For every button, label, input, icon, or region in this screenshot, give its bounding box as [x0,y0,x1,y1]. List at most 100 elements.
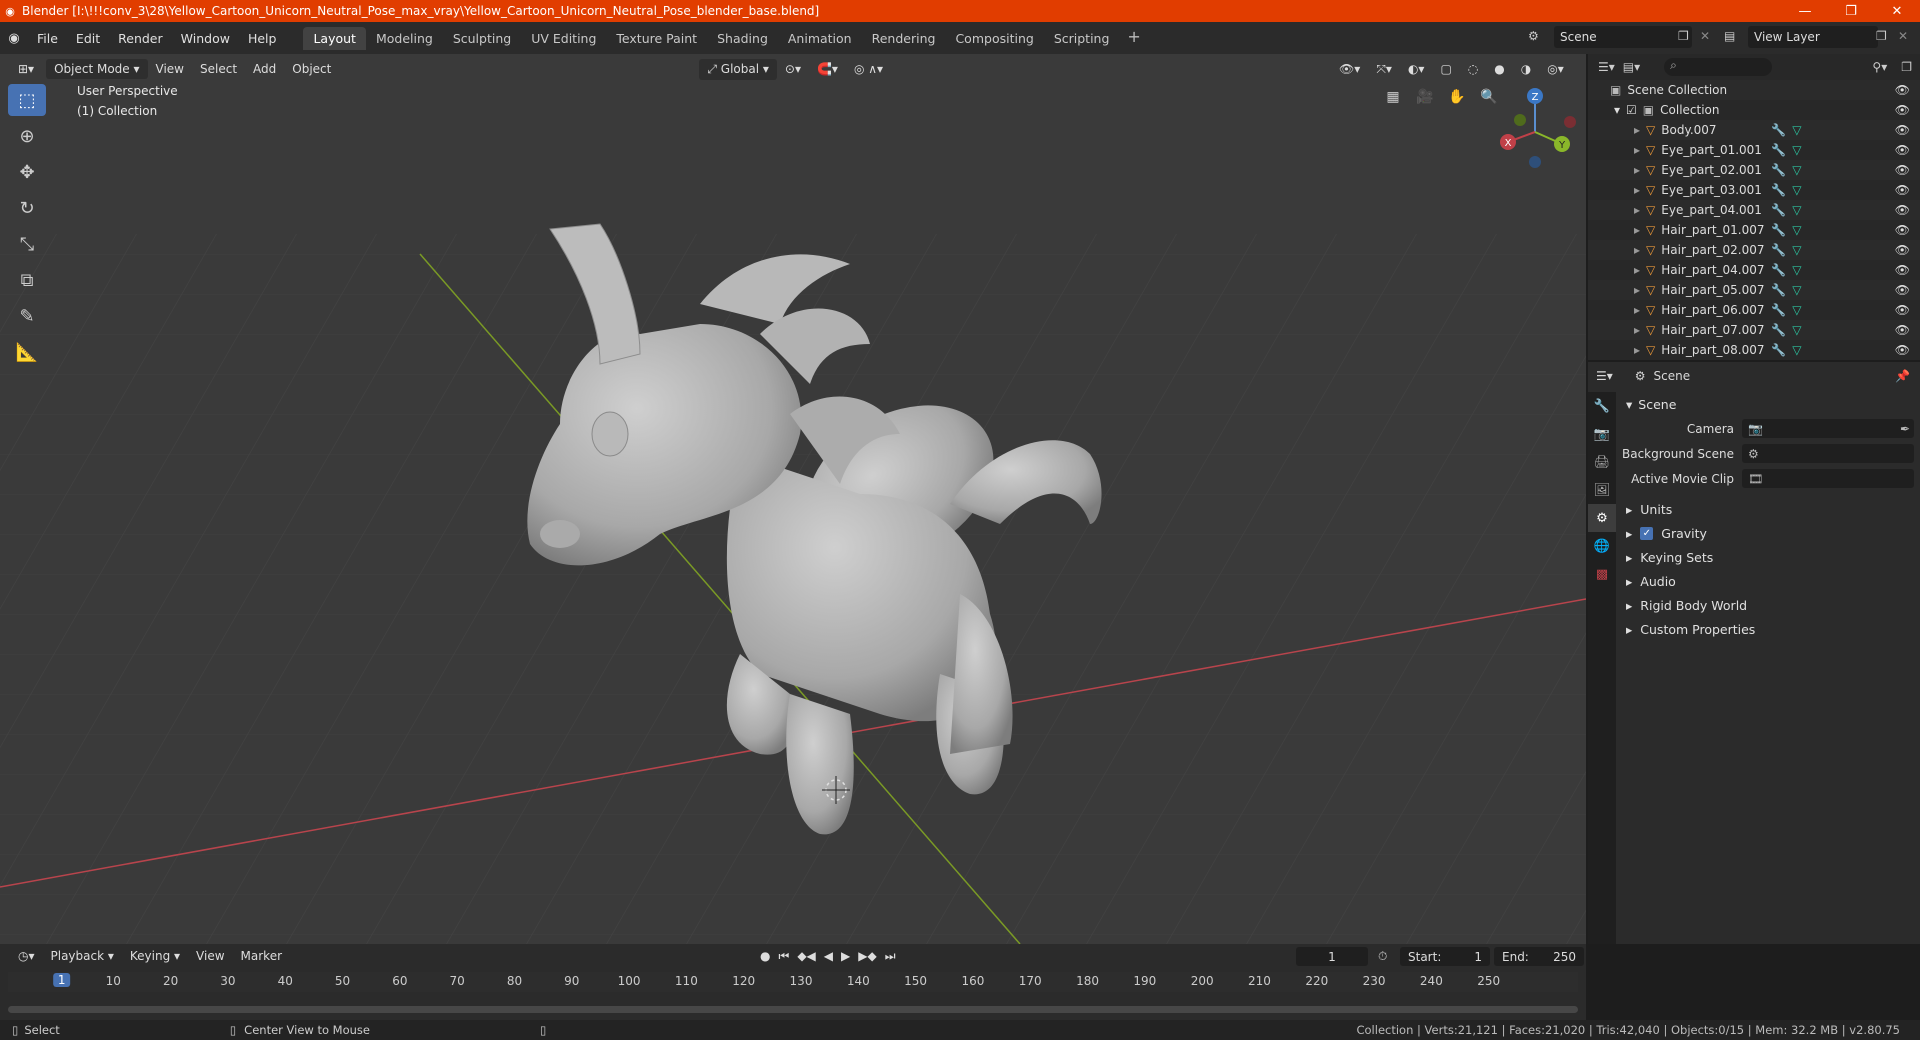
gravity-section[interactable]: ▸ ✓ Gravity [1618,521,1920,545]
shading-solid-icon[interactable]: ● [1486,59,1512,79]
jump-end-icon[interactable]: ⏭ [885,949,896,964]
camera-view-icon[interactable]: 🎥 [1412,84,1438,110]
annotate-tool-icon[interactable]: ✎ [8,300,46,332]
render-tab-icon[interactable]: 📷 [1588,420,1616,448]
expand-arrow-icon[interactable]: ▸ [1634,323,1640,337]
world-tab-icon[interactable]: 🌐 [1588,532,1616,560]
scene-icon[interactable]: ⚙ [1528,29,1539,43]
expand-arrow-icon[interactable]: ▸ [1634,283,1640,297]
visibility-eye-icon[interactable]: 👁 [1895,163,1910,177]
mesh-data-icon[interactable]: ▽ [1792,223,1801,237]
output-tab-icon[interactable]: 🖨 [1588,448,1616,476]
timeline-editor-icon[interactable]: ◷▾ [10,946,43,966]
mesh-data-icon[interactable]: ▽ [1792,323,1801,337]
units-section[interactable]: ▸ Units [1618,497,1920,521]
outliner-object-row[interactable]: ▸ ▽ Hair_part_05.007 🔧 ▽ 👁 [1588,280,1920,300]
tab-texture-paint[interactable]: Texture Paint [606,27,707,50]
visibility-eye-icon[interactable]: 👁 [1895,203,1910,217]
rigid-body-world-section[interactable]: ▸ Rigid Body World [1618,593,1920,617]
camera-field[interactable]: 📷 ✒ [1742,419,1914,438]
visibility-eye-icon[interactable]: 👁 [1895,283,1910,297]
tab-uv-editing[interactable]: UV Editing [521,27,606,50]
modifier-icon[interactable]: 🔧 [1771,223,1786,237]
modifier-icon[interactable]: 🔧 [1771,123,1786,137]
expand-arrow-icon[interactable]: ▾ [1614,103,1620,117]
visibility-eye-icon[interactable]: 👁 [1895,83,1910,97]
expand-arrow-icon[interactable]: ▸ [1634,203,1640,217]
background-scene-field[interactable]: ⚙ [1742,444,1914,463]
new-collection-icon[interactable]: ❐ [1901,60,1912,74]
visibility-icon[interactable]: 👁▾ [1331,59,1368,79]
cursor-tool-icon[interactable]: ⊕ [8,120,46,152]
tab-compositing[interactable]: Compositing [945,27,1043,50]
outliner-object-row[interactable]: ▸ ▽ Eye_part_02.001 🔧 ▽ 👁 [1588,160,1920,180]
measure-tool-icon[interactable]: 📐 [8,336,46,368]
modifier-icon[interactable]: 🔧 [1771,203,1786,217]
mesh-data-icon[interactable]: ▽ [1792,183,1801,197]
view-layer-icon[interactable]: ▤ [1724,29,1735,43]
3d-viewport[interactable]: ⊞▾ Object Mode ▾ View Select Add Object … [0,54,1586,944]
menu-render[interactable]: Render [109,31,172,46]
modifier-icon[interactable]: 🔧 [1771,163,1786,177]
prev-keyframe-icon[interactable]: ◆◀ [797,949,815,964]
expand-arrow-icon[interactable]: ▸ [1634,263,1640,277]
outliner-object-row[interactable]: ▸ ▽ Eye_part_04.001 🔧 ▽ 👁 [1588,200,1920,220]
jump-start-icon[interactable]: ⏮ [779,949,790,964]
custom-properties-section[interactable]: ▸ Custom Properties [1618,617,1920,641]
visibility-eye-icon[interactable]: 👁 [1895,323,1910,337]
viewport-menu-object[interactable]: Object [284,59,339,79]
mesh-data-icon[interactable]: ▽ [1792,303,1801,317]
tool-tab-icon[interactable]: 🔧 [1588,392,1616,420]
pan-icon[interactable]: ✋ [1444,84,1470,110]
tab-modeling[interactable]: Modeling [366,27,443,50]
outliner-object-row[interactable]: ▸ ▽ Hair_part_08.007 🔧 ▽ 👁 [1588,340,1920,360]
menu-help[interactable]: Help [239,31,286,46]
viewport-menu-view[interactable]: View [148,59,192,79]
collection-row[interactable]: ▾ ☑ ▣ Collection 👁 [1588,100,1920,120]
shading-material-icon[interactable]: ◑ [1513,59,1539,79]
modifier-icon[interactable]: 🔧 [1771,283,1786,297]
tab-animation[interactable]: Animation [778,27,862,50]
close-button[interactable]: ✕ [1874,4,1920,19]
expand-arrow-icon[interactable]: ▸ [1634,163,1640,177]
mesh-data-icon[interactable]: ▽ [1792,343,1801,357]
viewport-menu-select[interactable]: Select [192,59,245,79]
transform-orientation-dropdown[interactable]: ⤢ Global ▾ [699,58,777,80]
menu-file[interactable]: File [28,31,67,46]
properties-editor-icon[interactable]: ☰▾ [1596,369,1613,383]
texture-tab-icon[interactable]: ▩ [1588,560,1616,588]
filter-icon[interactable]: ⚲▾ [1872,60,1887,74]
delete-scene-icon[interactable]: ✕ [1700,29,1710,43]
timeline-menu-keying[interactable]: Keying ▾ [122,946,188,966]
tab-scripting[interactable]: Scripting [1044,27,1120,50]
modifier-icon[interactable]: 🔧 [1771,243,1786,257]
snap-icon[interactable]: 🧲▾ [809,59,846,79]
scene-tab-icon[interactable]: ⚙ [1588,504,1616,532]
modifier-icon[interactable]: 🔧 [1771,183,1786,197]
tab-shading[interactable]: Shading [707,27,778,50]
tab-layout[interactable]: Layout [303,26,366,50]
outliner-object-row[interactable]: ▸ ▽ Hair_part_01.007 🔧 ▽ 👁 [1588,220,1920,240]
play-reverse-icon[interactable]: ◀ [824,949,833,964]
scale-tool-icon[interactable]: ⤡ [8,228,46,260]
modifier-icon[interactable]: 🔧 [1771,263,1786,277]
visibility-eye-icon[interactable]: 👁 [1895,343,1910,357]
mode-dropdown[interactable]: Object Mode ▾ [46,59,148,79]
eyedropper-icon[interactable]: ✒ [1900,422,1910,436]
visibility-eye-icon[interactable]: 👁 [1895,143,1910,157]
mesh-data-icon[interactable]: ▽ [1792,163,1801,177]
outliner-object-row[interactable]: ▸ ▽ Hair_part_07.007 🔧 ▽ 👁 [1588,320,1920,340]
add-workspace-icon[interactable]: + [1119,27,1148,50]
shading-rendered-icon[interactable]: ◎▾ [1539,59,1572,79]
audio-section[interactable]: ▸ Audio [1618,569,1920,593]
visibility-eye-icon[interactable]: 👁 [1895,183,1910,197]
display-mode-icon[interactable]: ▤▾ [1623,60,1640,74]
outliner-object-row[interactable]: ▸ ▽ Hair_part_04.007 🔧 ▽ 👁 [1588,260,1920,280]
timeline-scrollbar[interactable] [8,1006,1578,1013]
collection-checkbox-icon[interactable]: ☑ [1626,103,1637,117]
keying-sets-section[interactable]: ▸ Keying Sets [1618,545,1920,569]
outliner-object-row[interactable]: ▸ ▽ Eye_part_01.001 🔧 ▽ 👁 [1588,140,1920,160]
expand-arrow-icon[interactable]: ▸ [1634,303,1640,317]
editor-type-icon[interactable]: ⊞▾ [10,59,42,79]
expand-arrow-icon[interactable]: ▸ [1634,143,1640,157]
